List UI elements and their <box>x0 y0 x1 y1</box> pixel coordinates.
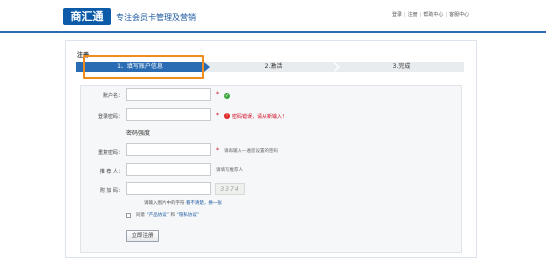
agree-checkbox[interactable] <box>126 213 131 218</box>
step-chevron <box>332 62 338 72</box>
separator: | <box>419 12 422 18</box>
password-label: 登录密码： <box>97 114 123 120</box>
privacy-agreement-link[interactable]: “隐私协议” <box>176 213 199 218</box>
username-input[interactable] <box>126 88 211 101</box>
step-highlight-box <box>83 55 204 79</box>
referrer-hint: 请填写推荐人 <box>216 168 243 173</box>
help-center-link[interactable]: 帮助中心 <box>423 11 443 18</box>
brand-logo[interactable]: 商汇通 <box>63 8 111 25</box>
brand-slogan: 专注会员卡管理及营销 <box>116 13 196 22</box>
confirm-password-label: 重复密码： <box>97 150 123 156</box>
confirm-password-hint: 请再输入一遍您设置的密码 <box>224 149 278 154</box>
referrer-label: 推 荐 人： <box>99 169 123 175</box>
separator: | <box>445 12 448 18</box>
captcha-label: 附 加 码： <box>99 188 123 194</box>
captcha-image[interactable]: 3374 <box>215 183 245 195</box>
confirm-password-input[interactable] <box>126 143 211 156</box>
error-icon: ! <box>224 113 230 119</box>
agree-and: 和 <box>170 213 176 218</box>
password-input[interactable] <box>126 108 211 121</box>
captcha-input[interactable] <box>126 182 211 195</box>
refresh-captcha-link[interactable]: 看不清楚，换一张 <box>186 201 222 206</box>
register-link[interactable]: 注册 <box>408 11 418 18</box>
step-3: 3.完成 <box>392 63 411 70</box>
top-bar: 商汇通 专注会员卡管理及营销 登录 | 注册 | 帮助中心 | 客服中心 <box>0 0 546 32</box>
customer-service-link[interactable]: 客服中心 <box>449 11 469 18</box>
top-links: 登录 | 注册 | 帮助中心 | 客服中心 <box>392 11 469 18</box>
agree-prefix: 同意 <box>136 213 145 218</box>
referrer-input[interactable] <box>126 163 211 176</box>
username-label: 账户名： <box>102 93 123 99</box>
required-mark: * <box>216 112 219 119</box>
captcha-hint: 请输入图片中的字符 看不清楚，换一张 <box>144 200 222 206</box>
password-strength-label: 密码强度 <box>126 130 151 137</box>
register-submit-button[interactable]: 立即注册 <box>126 230 159 242</box>
password-error-text: 密码错误，请从新输入！ <box>232 114 288 120</box>
header-divider <box>0 31 546 33</box>
step-2: 2.激活 <box>264 63 283 70</box>
separator: | <box>404 12 406 18</box>
login-link[interactable]: 登录 <box>392 11 402 18</box>
required-mark: * <box>216 91 219 98</box>
captcha-hint-text: 请输入图片中的字符 <box>144 201 185 206</box>
check-icon: ✓ <box>224 93 230 99</box>
product-agreement-link[interactable]: “产品协议” <box>146 213 169 218</box>
agreement-text: 同意 “产品协议” 和 “隐私协议” <box>136 212 199 218</box>
required-mark: * <box>216 147 219 154</box>
